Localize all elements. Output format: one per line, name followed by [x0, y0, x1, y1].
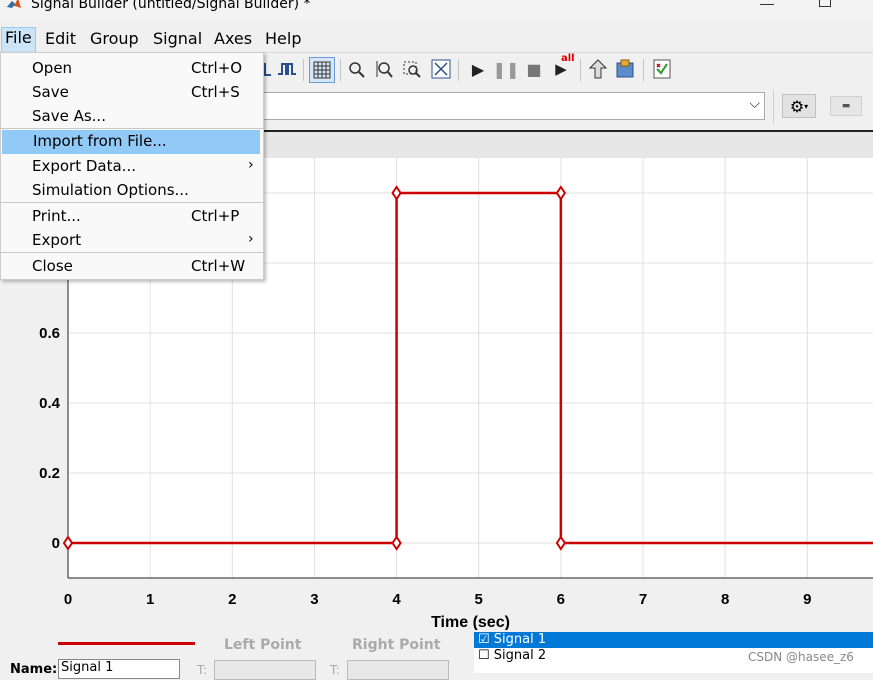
- x-tick-label: 7: [639, 591, 647, 608]
- x-tick-label: 9: [803, 591, 811, 608]
- zoom-y-icon[interactable]: [372, 57, 396, 81]
- left-point-t-input[interactable]: [214, 660, 316, 680]
- submenu-arrow-icon: ›: [248, 157, 254, 173]
- window-title: Signal Builder (untitled/Signal Builder)…: [31, 0, 311, 12]
- menu-item-export[interactable]: Export ›: [1, 229, 263, 253]
- menu-file[interactable]: File: [1, 27, 36, 53]
- menu-item-simulation-options[interactable]: Simulation Options...: [1, 179, 263, 203]
- settings-panel: ⚙ ▾ ▬: [773, 90, 873, 124]
- watermark: CSDN @hasee_z6: [748, 650, 854, 664]
- menu-item-close[interactable]: Close Ctrl+W: [1, 255, 263, 279]
- menu-group[interactable]: Group: [87, 29, 142, 48]
- signal-name-input[interactable]: Signal 1: [58, 659, 180, 679]
- y-tick-label: 0: [52, 535, 60, 552]
- x-tick-label: 2: [228, 591, 236, 608]
- maximize-button[interactable]: [819, 0, 831, 7]
- play-icon[interactable]: ▶: [466, 57, 490, 81]
- x-tick-label: 0: [64, 591, 72, 608]
- right-point-t-input[interactable]: [347, 660, 449, 680]
- zoom-xy-icon[interactable]: [400, 57, 424, 81]
- menu-item-print[interactable]: Print... Ctrl+P: [1, 205, 263, 229]
- chevron-down-icon: ⌵: [749, 96, 760, 112]
- menu-edit[interactable]: Edit: [42, 29, 79, 48]
- menu-item-open[interactable]: Open Ctrl+O: [1, 57, 263, 81]
- y-tick-label: 0.2: [39, 465, 60, 482]
- menu-bar: File Edit Group Signal Axes Help: [0, 24, 873, 53]
- y-tick-label: 0.4: [39, 395, 61, 412]
- gear-icon[interactable]: ⚙ ▾: [782, 94, 816, 118]
- submenu-arrow-icon: ›: [248, 231, 254, 247]
- menu-item-export-data[interactable]: Export Data... ›: [1, 155, 263, 179]
- grid-icon[interactable]: [309, 57, 335, 83]
- menu-signal[interactable]: Signal: [150, 29, 205, 48]
- minimize-button[interactable]: [760, 0, 774, 5]
- menu-item-import-from-file[interactable]: Import from File...: [2, 130, 260, 154]
- dock-icon[interactable]: ▬: [830, 96, 862, 116]
- run-all-icon[interactable]: ▶ all: [549, 53, 574, 81]
- x-tick-label: 8: [721, 591, 729, 608]
- right-point-label: Right Point: [352, 637, 441, 653]
- left-t-label: T:: [197, 663, 208, 677]
- x-tick-label: 5: [475, 591, 483, 608]
- zoom-x-icon[interactable]: [345, 57, 369, 81]
- menu-axes[interactable]: Axes: [211, 29, 255, 48]
- matlab-logo-icon: [7, 0, 21, 8]
- stop-icon[interactable]: ■: [522, 57, 546, 81]
- x-tick-label: 6: [557, 591, 565, 608]
- name-label: Name:: [10, 662, 58, 677]
- left-point-label: Left Point: [224, 637, 302, 653]
- x-tick-label: 3: [310, 591, 318, 608]
- pulse-signal-icon[interactable]: [275, 57, 299, 81]
- signal-list-item[interactable]: ☑ Signal 1: [474, 632, 873, 648]
- right-t-label: T:: [330, 663, 341, 677]
- open-model-icon[interactable]: [613, 57, 637, 81]
- x-axis-label: Time (sec): [431, 614, 510, 630]
- title-bar: Signal Builder (untitled/Signal Builder)…: [0, 0, 873, 22]
- x-tick-label: 1: [146, 591, 154, 608]
- group-dropdown[interactable]: ⌵: [255, 92, 765, 120]
- file-menu-dropdown: Open Ctrl+O Save Ctrl+S Save As... Import …: [0, 52, 264, 280]
- x-tick-label: 4: [392, 591, 401, 608]
- menu-item-save-as[interactable]: Save As...: [1, 105, 263, 129]
- menu-item-save[interactable]: Save Ctrl+S: [1, 81, 263, 105]
- check-icon[interactable]: [650, 57, 674, 81]
- signal-line-sample[interactable]: [58, 642, 195, 645]
- y-tick-label: 0.6: [39, 325, 60, 342]
- move-up-icon[interactable]: [586, 57, 610, 81]
- pause-icon[interactable]: ❚❚: [493, 57, 520, 81]
- fit-icon[interactable]: [429, 57, 453, 81]
- run-all-badge: all: [561, 53, 575, 64]
- menu-help[interactable]: Help: [262, 29, 304, 48]
